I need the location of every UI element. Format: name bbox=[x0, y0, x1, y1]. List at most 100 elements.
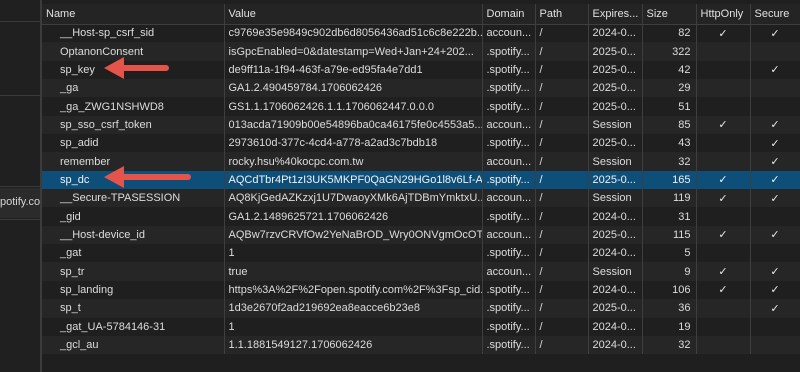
checkmark-icon: ✓ bbox=[718, 27, 728, 40]
checkmark-icon: ✓ bbox=[770, 137, 780, 150]
cookie-httponly-cell bbox=[696, 335, 751, 355]
cookie-domain: .spotify... bbox=[482, 207, 536, 226]
cookie-secure-cell: ✓ bbox=[750, 225, 800, 245]
cookie-value: 013acda71909b00e54896ba0ca46175fe0c4553a… bbox=[224, 115, 483, 135]
cookie-value: https%3A%2F%2Fopen.spotify.com%2F%3Fsp_c… bbox=[224, 280, 483, 300]
table-row[interactable]: __Secure-TPASESSION AQ8KjGedAZKzxj1U7Dwao… bbox=[42, 189, 800, 208]
table-row[interactable]: _ga_ZWG1NSHWD8 GS1.1.1706062426.1.1.17060… bbox=[42, 97, 800, 116]
cookie-name: sp_dc bbox=[42, 170, 225, 190]
table-row[interactable]: sp_t 1d3e2670f2ad219692ea8eacce6b23e8 .spo… bbox=[42, 299, 800, 318]
cookie-httponly-cell bbox=[696, 244, 751, 263]
cookie-name: _gid bbox=[42, 207, 225, 226]
checkmark-icon: ✓ bbox=[718, 174, 728, 187]
checkmark-icon: ✓ bbox=[770, 156, 780, 169]
column-header-secure[interactable]: Secure bbox=[750, 4, 800, 25]
cookie-expires: 2025-0... bbox=[588, 299, 643, 318]
checkmark-icon: ✓ bbox=[770, 27, 780, 40]
table-row[interactable]: _gid GA1.2.1489625721.1706062426 .spotify.… bbox=[42, 207, 800, 226]
cookie-expires: Session bbox=[588, 189, 643, 208]
cookie-expires: 2025-0... bbox=[588, 79, 643, 98]
cookie-name: remember bbox=[42, 152, 225, 171]
cookie-expires: Session bbox=[588, 152, 643, 171]
cookie-size: 165 bbox=[642, 170, 697, 190]
cookie-domain: .spotify... bbox=[482, 317, 536, 336]
cookie-secure-cell: ✓ bbox=[750, 170, 800, 190]
cookie-expires: 2025-0... bbox=[588, 42, 643, 61]
table-row[interactable]: sp_sso_csrf_token 013acda71909b00e54896ba… bbox=[42, 115, 800, 135]
cookie-httponly-cell bbox=[696, 152, 751, 171]
cookie-value: rocky.hsu%40kocpc.com.tw bbox=[224, 152, 483, 171]
origin-label[interactable]: potify.co bbox=[0, 196, 40, 208]
cookie-secure-cell bbox=[750, 244, 800, 263]
cookie-domain: accoun... bbox=[482, 189, 536, 208]
cookie-expires: 2025-0... bbox=[588, 134, 643, 153]
table-row[interactable]: __Host-sp_csrf_sid c9769e35e9849c902db6d8… bbox=[42, 24, 800, 43]
cookie-size: 5 bbox=[642, 244, 697, 263]
cookie-path: / bbox=[535, 244, 589, 263]
column-header-path[interactable]: Path bbox=[535, 4, 589, 25]
table-row[interactable]: sp_dc AQCdTbr4Pt1zI3UK5MKPF0QaGN29HGo1l8v… bbox=[42, 170, 800, 190]
column-header-expires[interactable]: Expires... bbox=[588, 4, 643, 25]
cookie-secure-cell bbox=[750, 207, 800, 226]
table-row[interactable]: _gat 1 .spotify.../2024-0... 5 bbox=[42, 244, 800, 263]
checkmark-icon: ✓ bbox=[770, 192, 780, 205]
column-header-value[interactable]: Value bbox=[224, 4, 483, 25]
cookie-value: 1 bbox=[224, 244, 483, 263]
table-row[interactable]: _gcl_au 1.1.1881549127.1706062426 .spotify… bbox=[42, 335, 800, 355]
table-row[interactable]: sp_tr true accoun... / Session 9 ✓ ✓ bbox=[42, 262, 800, 281]
table-row[interactable]: _gat_UA-5784146-31 1 .spotify.../2024-0...… bbox=[42, 317, 800, 336]
cookie-value: c9769e35e9849c902db6d8056436ad51c6c8e222… bbox=[224, 24, 483, 43]
table-row[interactable]: OptanonConsent isGpcEnabled=0&datestamp=W… bbox=[42, 42, 800, 61]
cookie-secure-cell: ✓ bbox=[750, 60, 800, 80]
cookie-path: / bbox=[535, 189, 589, 208]
cookie-httponly-cell: ✓ bbox=[696, 262, 751, 281]
checkmark-icon: ✓ bbox=[770, 174, 780, 187]
table-row[interactable]: __Host-device_id AQBw7rzvCRVfOw2YeNaBrOD_… bbox=[42, 225, 800, 245]
cookie-domain: accoun... bbox=[482, 24, 536, 43]
left-pane: potify.co bbox=[0, 0, 40, 372]
cookie-value: 1d3e2670f2ad219692ea8eacce6b23e8 bbox=[224, 299, 483, 318]
table-row[interactable]: sp_adid 2973610d-377c-4cd4-a778-a2ad3c7bd… bbox=[42, 134, 800, 153]
cookie-domain: .spotify... bbox=[482, 335, 536, 355]
checkmark-icon: ✓ bbox=[770, 302, 780, 315]
cookie-path: / bbox=[535, 42, 589, 61]
checkmark-icon: ✓ bbox=[770, 64, 780, 77]
table-row[interactable]: remember rocky.hsu%40kocpc.com.tw accoun..… bbox=[42, 152, 800, 171]
cookie-name: _ga_ZWG1NSHWD8 bbox=[42, 97, 225, 116]
cookie-size: 106 bbox=[642, 280, 697, 300]
cookie-path: / bbox=[535, 97, 589, 116]
column-header-httponly[interactable]: HttpOnly bbox=[696, 4, 751, 25]
column-header-name[interactable]: Name bbox=[42, 4, 225, 25]
cookie-secure-cell: ✓ bbox=[750, 299, 800, 318]
cookie-domain: .spotify... bbox=[482, 244, 536, 263]
table-row[interactable]: sp_landing https%3A%2F%2Fopen.spotify.com… bbox=[42, 280, 800, 300]
cookie-domain: .spotify... bbox=[482, 97, 536, 116]
cookie-httponly-cell bbox=[696, 317, 751, 336]
cookie-name: _gcl_au bbox=[42, 335, 225, 355]
table-row[interactable]: sp_key de9ff11a-1f94-463f-a79e-ed95fa4e7d… bbox=[42, 60, 800, 80]
cookie-name: sp_key bbox=[42, 60, 225, 80]
cookie-path: / bbox=[535, 280, 589, 300]
cookie-domain: accoun... bbox=[482, 152, 536, 171]
cookie-size: 32 bbox=[642, 152, 697, 171]
cookie-httponly-cell: ✓ bbox=[696, 280, 751, 300]
cookie-expires: 2024-0... bbox=[588, 244, 643, 263]
cookie-name: OptanonConsent bbox=[42, 42, 225, 61]
column-header-size[interactable]: Size bbox=[642, 4, 697, 25]
table-row[interactable]: _ga GA1.2.490459784.1706062426 .spotify...… bbox=[42, 79, 800, 98]
cookie-path: / bbox=[535, 134, 589, 153]
cookie-domain: .spotify... bbox=[482, 280, 536, 300]
cookie-name: __Host-device_id bbox=[42, 225, 225, 245]
cookie-domain: .spotify... bbox=[482, 42, 536, 61]
cookie-expires: Session bbox=[588, 262, 643, 281]
cookie-value: GS1.1.1706062426.1.1.1706062447.0.0.0 bbox=[224, 97, 483, 116]
cookie-path: / bbox=[535, 60, 589, 80]
cookie-size: 119 bbox=[642, 189, 697, 208]
cookie-name: __Host-sp_csrf_sid bbox=[42, 24, 225, 43]
cookie-expires: 2024-0... bbox=[588, 207, 643, 226]
cookie-path: / bbox=[535, 24, 589, 43]
cookie-path: / bbox=[535, 299, 589, 318]
cookie-size: 82 bbox=[642, 24, 697, 43]
checkmark-icon: ✓ bbox=[770, 119, 780, 132]
column-header-domain[interactable]: Domain bbox=[482, 4, 536, 25]
